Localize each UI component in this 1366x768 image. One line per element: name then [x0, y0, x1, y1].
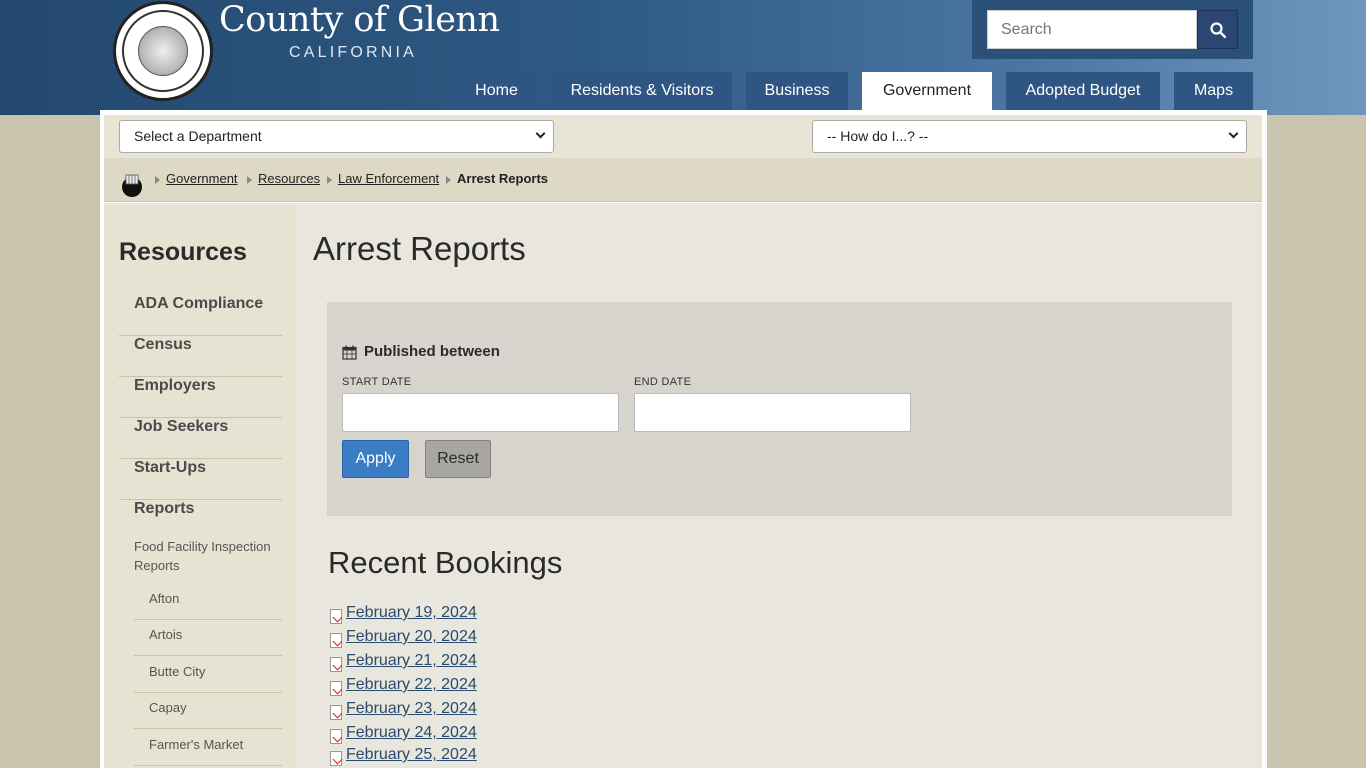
published-between-label: Published between [364, 343, 500, 360]
site-subtitle: CALIFORNIA [289, 44, 418, 61]
sidebar-item-reports[interactable]: Reports [119, 500, 282, 530]
pdf-icon [330, 729, 342, 744]
sidebar-title[interactable]: Resources [119, 238, 247, 267]
breadcrumb-current: Arrest Reports [457, 171, 549, 186]
calendar-icon [342, 345, 357, 360]
nav-home[interactable]: Home [455, 72, 538, 110]
start-date-input[interactable] [342, 393, 619, 432]
sidebar-subitem-capay[interactable]: Capay [134, 700, 282, 729]
report-link[interactable]: February 25, 2024 [346, 746, 477, 764]
county-seal-logo[interactable] [113, 1, 213, 101]
pdf-icon [330, 705, 342, 720]
end-date-input[interactable] [634, 393, 911, 432]
sidebar-item-employers[interactable]: Employers [119, 377, 282, 418]
chevron-down-icon [535, 128, 546, 139]
breadcrumb-separator-icon [327, 176, 332, 184]
nav-maps[interactable]: Maps [1174, 72, 1253, 110]
search-panel [972, 0, 1253, 59]
breadcrumb-resources[interactable]: Resources [258, 171, 320, 186]
nav-government[interactable]: Government [862, 72, 992, 115]
home-icon[interactable] [120, 171, 144, 197]
department-select[interactable]: Select a Department [119, 120, 554, 153]
sidebar-item-census[interactable]: Census [119, 336, 282, 377]
report-link[interactable]: February 21, 2024 [346, 652, 477, 670]
sidebar-subitem-artois[interactable]: Artois [134, 627, 282, 656]
report-link[interactable]: February 19, 2024 [346, 604, 477, 622]
pdf-icon [330, 657, 342, 672]
search-input[interactable] [987, 10, 1197, 49]
pdf-icon [330, 751, 342, 766]
pdf-icon [330, 633, 342, 648]
breadcrumb-law-enforcement[interactable]: Law Enforcement [338, 171, 439, 186]
report-link[interactable]: February 23, 2024 [346, 700, 477, 718]
sidebar-subitem-food-facility[interactable]: Food Facility Inspection Reports [134, 537, 282, 575]
breadcrumb-government[interactable]: Government [166, 171, 238, 186]
apply-button[interactable]: Apply [342, 440, 409, 478]
page-title: Arrest Reports [313, 230, 526, 267]
sidebar-subitem-butte-city[interactable]: Butte City [134, 664, 282, 693]
search-icon [1210, 22, 1226, 38]
sidebar-item-start-ups[interactable]: Start-Ups [119, 459, 282, 500]
start-date-label: START DATE [342, 376, 412, 388]
end-date-label: END DATE [634, 376, 692, 388]
recent-bookings-heading: Recent Bookings [328, 545, 563, 580]
breadcrumb-separator-icon [247, 176, 252, 184]
nav-business[interactable]: Business [746, 72, 848, 110]
report-link[interactable]: February 20, 2024 [346, 628, 477, 646]
report-link[interactable]: February 22, 2024 [346, 676, 477, 694]
pdf-icon [330, 681, 342, 696]
report-link[interactable]: February 24, 2024 [346, 724, 477, 742]
how-do-i-select-value: -- How do I...? -- [827, 128, 929, 144]
sidebar-item-job-seekers[interactable]: Job Seekers [119, 418, 282, 459]
department-select-value: Select a Department [134, 128, 262, 144]
search-button[interactable] [1197, 10, 1238, 49]
sidebar-subitem-afton[interactable]: Afton [134, 591, 282, 620]
breadcrumb-separator-icon [446, 176, 451, 184]
seal-center [138, 26, 188, 76]
sidebar-subitem-farmers-market[interactable]: Farmer's Market [134, 737, 282, 766]
sidebar-item-ada-compliance[interactable]: ADA Compliance [119, 295, 282, 336]
chevron-down-icon [1228, 128, 1239, 139]
how-do-i-select[interactable]: -- How do I...? -- [812, 120, 1247, 153]
pdf-icon [330, 609, 342, 624]
breadcrumb-separator-icon [155, 176, 160, 184]
nav-adopted-budget[interactable]: Adopted Budget [1006, 72, 1160, 110]
site-title[interactable]: County of Glenn [219, 0, 500, 40]
nav-residents-visitors[interactable]: Residents & Visitors [552, 72, 732, 110]
reset-button[interactable]: Reset [425, 440, 491, 478]
